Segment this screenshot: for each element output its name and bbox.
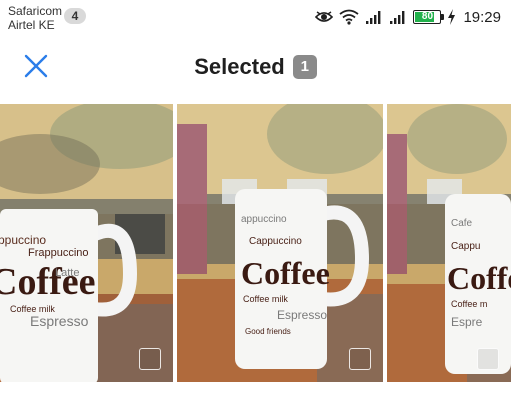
title-group: Selected 1 [0, 54, 511, 80]
coffee-mug-photo: ppuccino Frappuccino Coffee Latte Espres… [0, 104, 173, 382]
photo-thumbnail[interactable]: ppuccino Frappuccino Coffee Latte Espres… [0, 104, 173, 382]
selected-count-badge: 1 [292, 55, 317, 79]
signal-icon [365, 9, 383, 25]
battery-level: 80 [421, 11, 434, 22]
svg-text:Coffee: Coffee [0, 261, 95, 303]
page-title: Selected [194, 54, 285, 79]
svg-text:Cappu: Cappu [451, 241, 480, 252]
svg-text:ppuccino: ppuccino [0, 233, 46, 247]
signal-icon [389, 9, 407, 25]
wifi-icon [339, 9, 360, 25]
svg-text:Coffee milk: Coffee milk [10, 304, 55, 314]
photo-thumbnail[interactable]: appuccino Cappuccino Coffee Coffee milk … [177, 104, 383, 382]
eye-icon [315, 10, 334, 24]
select-checkbox[interactable] [349, 348, 371, 370]
svg-text:Latte: Latte [55, 267, 79, 279]
svg-text:Coffee milk: Coffee milk [243, 294, 288, 304]
battery-icon: 80 [413, 10, 445, 24]
status-bar: Safaricom Airtel KE 4 80 19:29 [0, 0, 511, 34]
carrier-1: Safaricom [8, 4, 63, 18]
select-checkbox[interactable] [139, 348, 161, 370]
svg-text:appuccino: appuccino [241, 214, 287, 225]
photo-grid: ppuccino Frappuccino Coffee Latte Espres… [0, 104, 511, 382]
svg-text:Espre: Espre [451, 315, 483, 329]
coffee-mug-photo: appuccino Cappuccino Coffee Coffee milk … [177, 104, 383, 382]
svg-text:Coffee m: Coffee m [451, 299, 487, 309]
svg-text:Coffee: Coffee [447, 260, 511, 296]
svg-text:Espresso: Espresso [277, 308, 327, 322]
coffee-mug-photo: Cafe Cappu Coffee Coffee m Espre [387, 104, 511, 382]
svg-text:Frappuccino: Frappuccino [28, 247, 89, 259]
svg-text:Espresso: Espresso [30, 313, 89, 329]
carrier-2: Airtel KE [8, 18, 55, 32]
svg-text:Cafe: Cafe [451, 218, 473, 229]
charging-icon [447, 9, 456, 25]
notification-count-badge: 4 [64, 8, 86, 24]
svg-text:Good friends: Good friends [245, 327, 291, 336]
select-checkbox[interactable] [477, 348, 499, 370]
svg-text:Coffee: Coffee [241, 255, 330, 291]
carrier-names: Safaricom Airtel KE [8, 4, 62, 32]
photo-thumbnail[interactable]: Cafe Cappu Coffee Coffee m Espre [387, 104, 511, 382]
selection-header: Selected 1 [0, 34, 511, 102]
battery-cap [441, 14, 445, 20]
svg-text:Cappuccino: Cappuccino [249, 236, 302, 247]
status-icons: 80 19:29 [315, 6, 501, 28]
clock: 19:29 [463, 8, 501, 26]
